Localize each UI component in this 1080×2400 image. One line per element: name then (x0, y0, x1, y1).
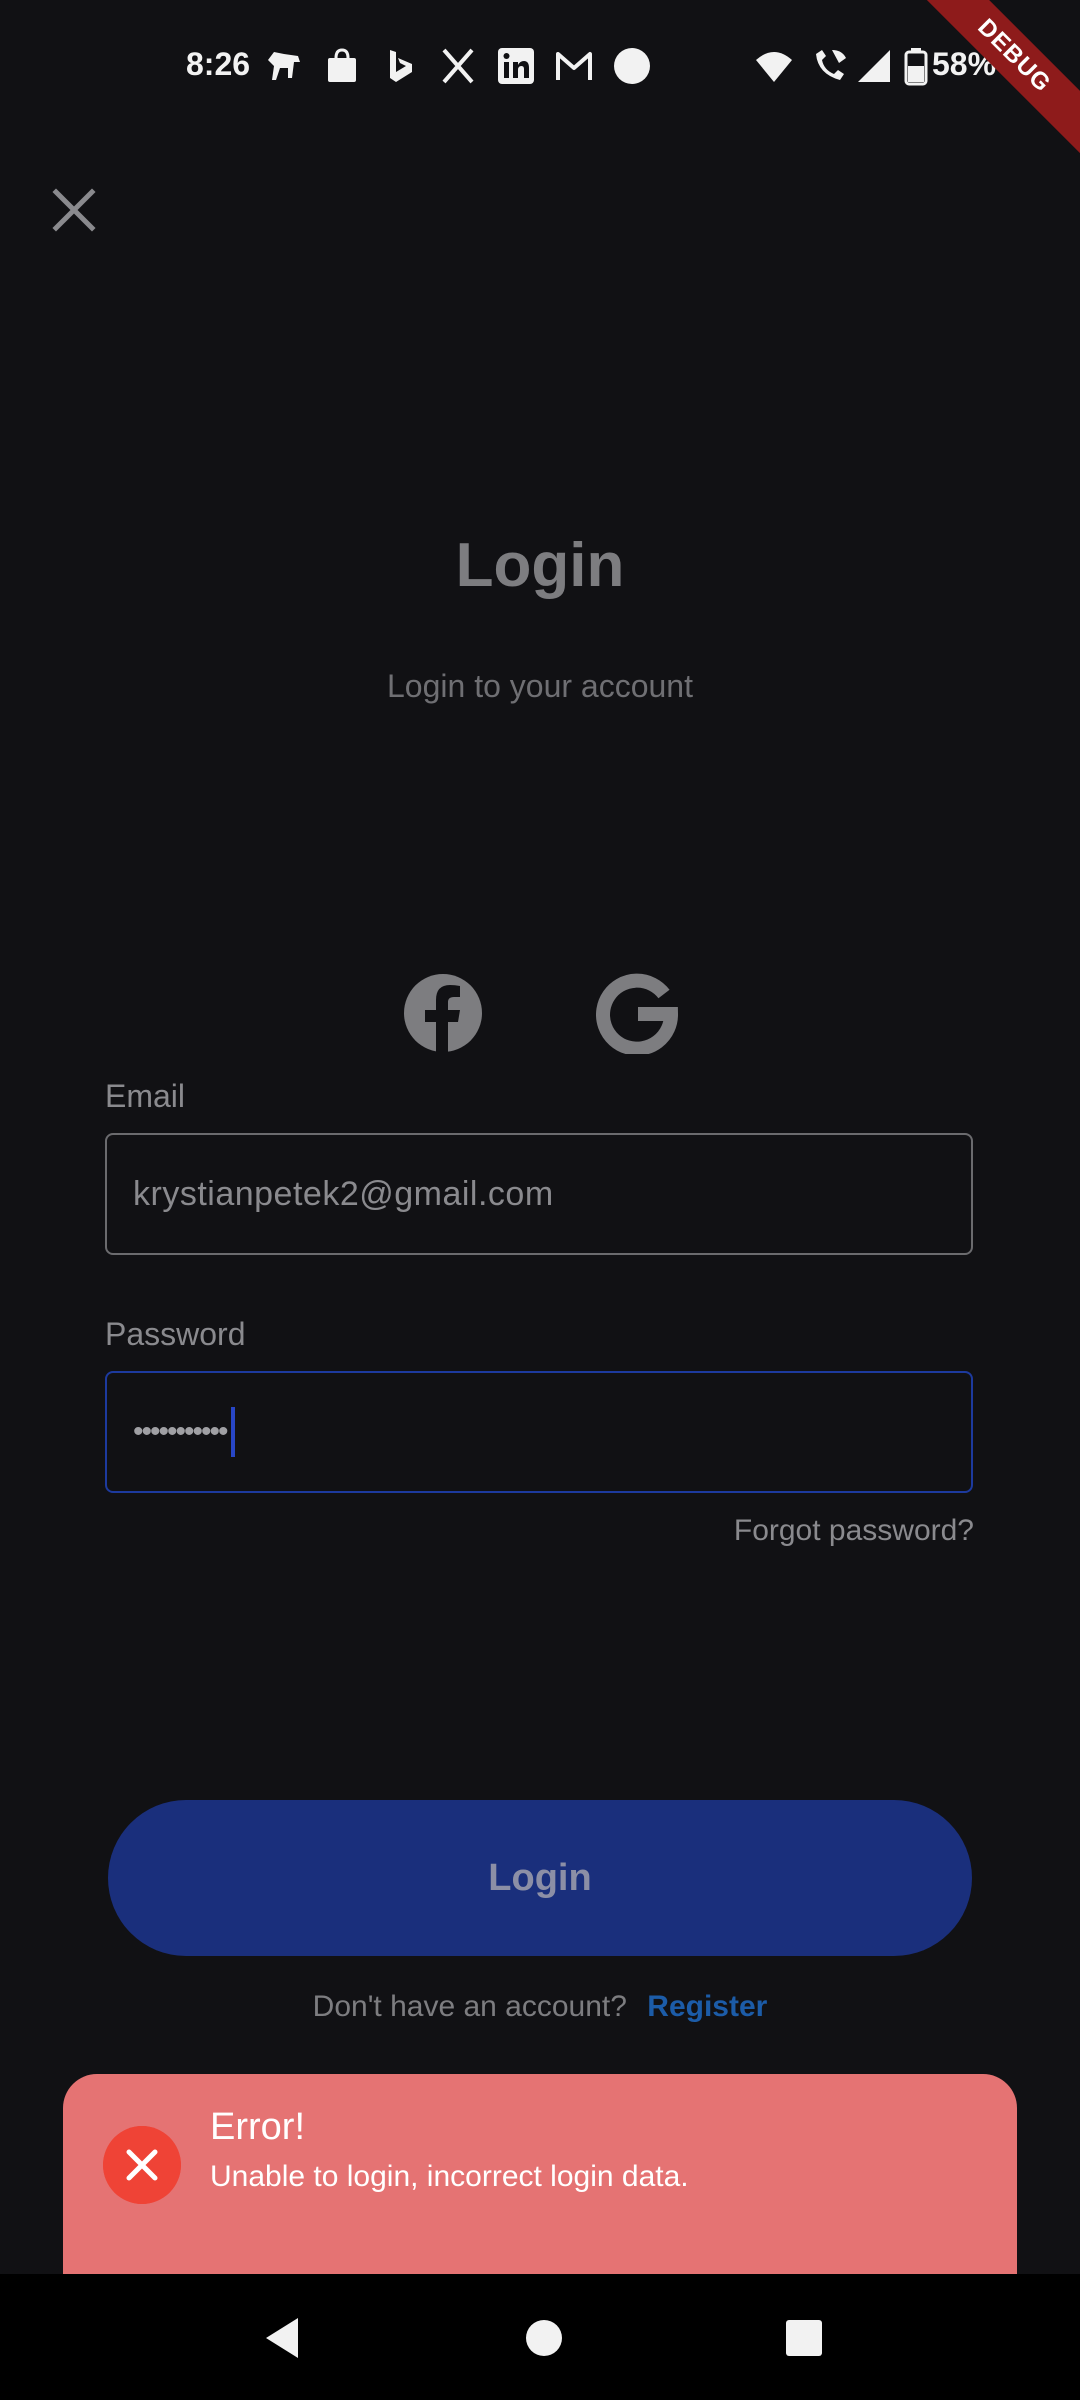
close-icon[interactable] (44, 180, 104, 240)
back-icon[interactable] (254, 2308, 314, 2368)
login-screen: 8:26 58% DEBUG Login Login to your accou… (0, 0, 1080, 2400)
wifi-icon (756, 52, 792, 82)
password-label: Password (105, 1316, 246, 1352)
navigation-bar (0, 2274, 1080, 2400)
snackbar-message: Unable to login, incorrect login data. (210, 2160, 689, 2193)
status-bar: 8:26 58% (0, 0, 1080, 136)
email-field[interactable]: krystianpetek2@gmail.com (105, 1133, 973, 1255)
linkedin-icon (498, 48, 534, 84)
home-icon[interactable] (514, 2308, 574, 2368)
dog-icon (268, 52, 300, 80)
password-value: ••••••••••• (133, 1415, 229, 1448)
login-button-label: Login (488, 1856, 592, 1899)
google-icon[interactable] (596, 972, 678, 1054)
register-prompt: Don't have an account? (312, 1990, 627, 2023)
snackbar-title: Error! (210, 2106, 305, 2148)
x-icon (442, 48, 474, 84)
status-time: 8:26 (186, 46, 251, 82)
login-button[interactable]: Login (108, 1800, 972, 1956)
error-close-icon[interactable] (103, 2126, 181, 2204)
page-subtitle: Login to your account (387, 668, 693, 704)
signal-icon (858, 50, 890, 82)
bing-icon (390, 50, 412, 82)
password-field[interactable]: ••••••••••• (105, 1371, 973, 1493)
email-label: Email (105, 1078, 186, 1114)
facebook-icon[interactable] (402, 972, 484, 1054)
forgot-password-link[interactable]: Forgot password? (734, 1514, 974, 1548)
register-row: Don't have an account? Register (0, 1990, 1080, 2024)
battery-icon (904, 48, 928, 86)
recents-icon[interactable] (774, 2308, 834, 2368)
shopping-bag-icon (328, 48, 356, 82)
wifi-call-icon (816, 50, 846, 80)
register-link[interactable]: Register (647, 1990, 767, 2023)
gmail-icon (556, 52, 592, 80)
page-title: Login (455, 531, 625, 600)
email-value: krystianpetek2@gmail.com (133, 1174, 554, 1213)
circle-icon (614, 48, 650, 84)
text-cursor (230, 1407, 235, 1457)
